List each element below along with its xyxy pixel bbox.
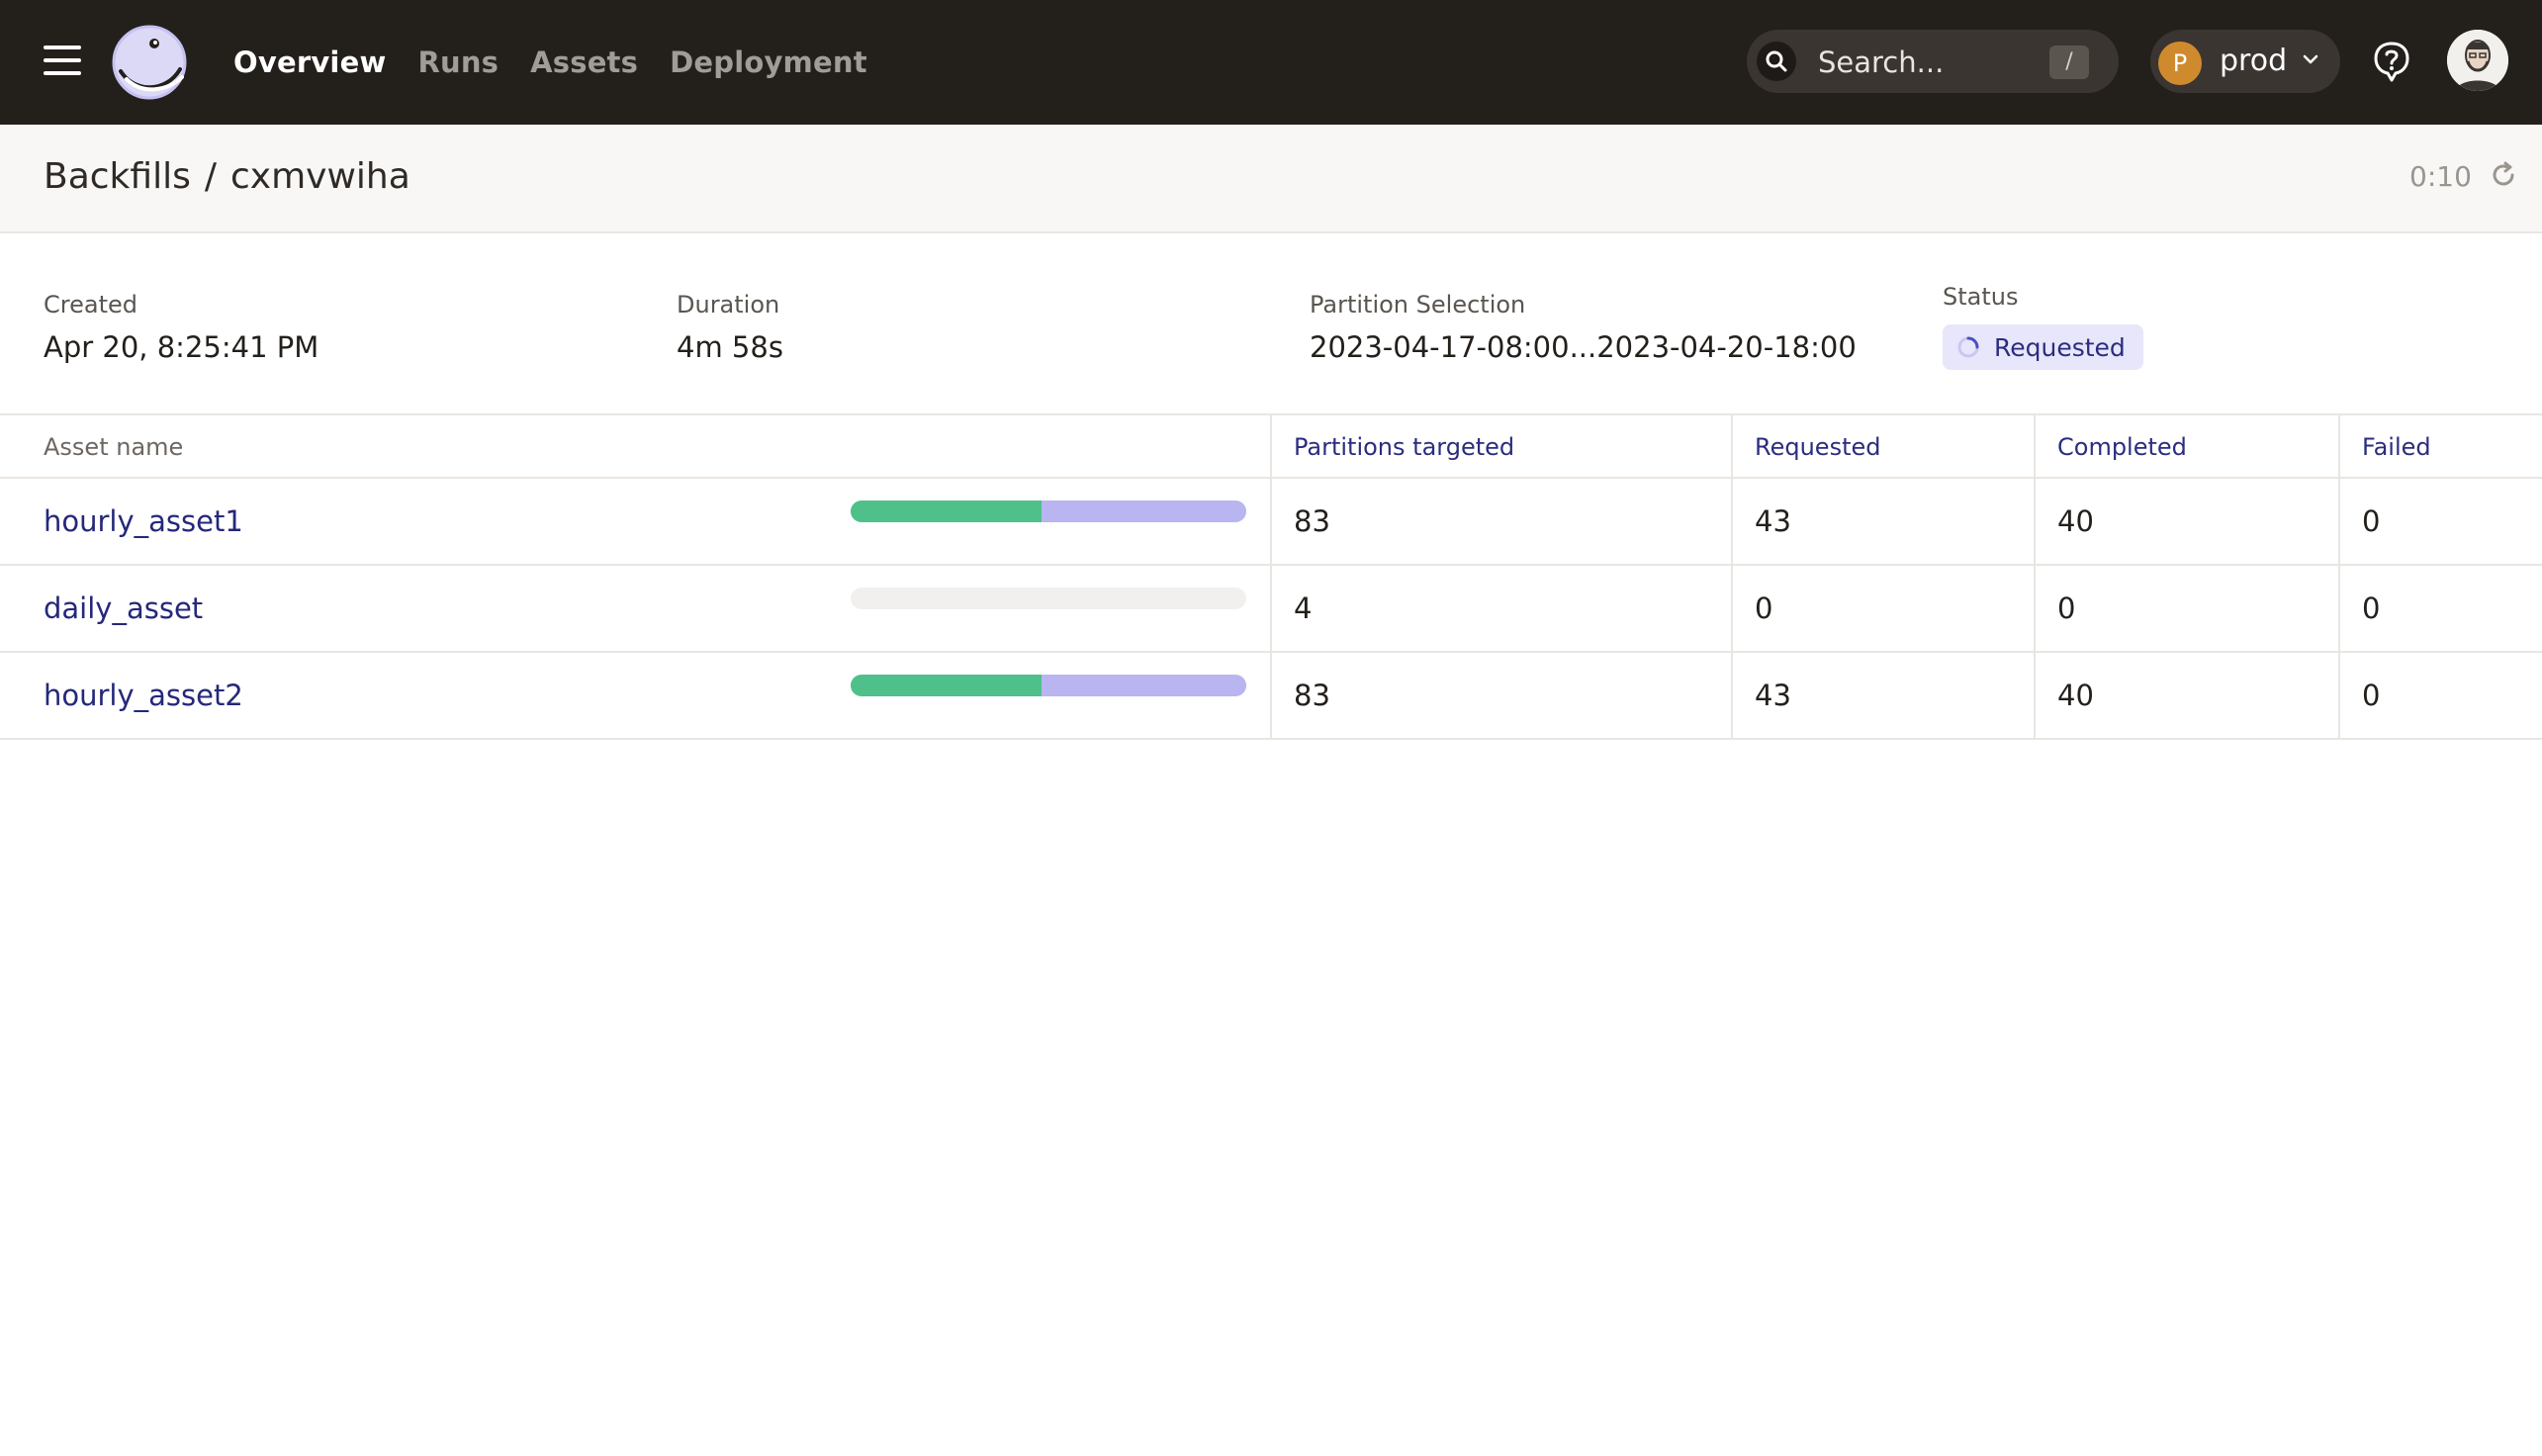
partition-progress-bar: [851, 500, 1246, 522]
progress-requested-segment: [1041, 675, 1246, 696]
duration-field: Duration 4m 58s: [677, 291, 783, 364]
table-row: hourly_asset2 83 43 40 0: [0, 653, 2542, 740]
partition-progress-bar: [851, 588, 1246, 609]
backfill-summary: Created Apr 20, 8:25:41 PM Duration 4m 5…: [0, 233, 2542, 415]
partition-progress-bar: [851, 675, 1246, 696]
nav-overview[interactable]: Overview: [233, 46, 386, 79]
nav-assets[interactable]: Assets: [530, 46, 638, 79]
cell-completed: 0: [2057, 592, 2076, 625]
progress-requested-segment: [1041, 500, 1246, 522]
spinner-icon: [1957, 336, 1979, 358]
breadcrumb-separator: /: [204, 156, 217, 197]
progress-completed-segment: [851, 500, 1042, 522]
cell-partitions-targeted: 83: [1294, 504, 1330, 538]
refresh-icon[interactable]: [2489, 160, 2518, 190]
user-avatar[interactable]: [2447, 30, 2508, 91]
search-placeholder: Search...: [1818, 46, 1945, 79]
menu-icon[interactable]: [44, 46, 83, 77]
breadcrumb: Backfills / cxmvwiha: [44, 156, 410, 197]
partition-selection-label: Partition Selection: [1310, 291, 1526, 318]
nav-runs[interactable]: Runs: [417, 46, 499, 79]
cell-requested: 43: [1755, 504, 1791, 538]
deployment-avatar: P: [2158, 42, 2202, 85]
breadcrumb-backfills[interactable]: Backfills: [44, 156, 191, 197]
search-icon: [1757, 42, 1796, 81]
page-header: Backfills / cxmvwiha 0:10: [0, 125, 2542, 233]
refresh-countdown: 0:10: [2409, 160, 2472, 193]
cell-requested: 0: [1755, 592, 1773, 625]
duration-value: 4m 58s: [677, 330, 783, 364]
table-row: daily_asset 4 0 0 0: [0, 566, 2542, 653]
table-row: hourly_asset1 83 43 40 0: [0, 479, 2542, 566]
partition-selection-value: 2023-04-17-08:00...2023-04-20-18:00: [1310, 330, 1857, 364]
asset-link[interactable]: hourly_asset2: [44, 679, 243, 712]
duration-label: Duration: [677, 291, 780, 318]
header-completed[interactable]: Completed: [2057, 433, 2187, 461]
cell-partitions-targeted: 4: [1294, 592, 1313, 625]
dagster-logo[interactable]: [111, 24, 188, 101]
help-icon[interactable]: [2372, 40, 2411, 83]
cell-failed: 0: [2362, 592, 2381, 625]
table-header: Asset name Partitions targeted Requested…: [0, 415, 2542, 479]
header-requested[interactable]: Requested: [1755, 433, 1881, 461]
nav-deployment[interactable]: Deployment: [670, 46, 867, 79]
status-badge: Requested: [1943, 324, 2143, 370]
header-failed[interactable]: Failed: [2362, 433, 2431, 461]
cell-failed: 0: [2362, 679, 2381, 712]
partition-selection-field: Partition Selection 2023-04-17-08:00...2…: [1310, 291, 1857, 364]
header-asset-name: Asset name: [44, 433, 184, 461]
created-field: Created Apr 20, 8:25:41 PM: [44, 291, 318, 364]
progress-completed-segment: [851, 675, 1042, 696]
top-nav: Overview Runs Assets Deployment Search..…: [0, 0, 2542, 125]
chevron-down-icon: [2303, 54, 2318, 64]
status-label: Status: [1943, 283, 2019, 311]
cell-completed: 40: [2057, 504, 2094, 538]
header-partitions-targeted[interactable]: Partitions targeted: [1294, 433, 1514, 461]
asset-partitions-table: Asset name Partitions targeted Requested…: [0, 415, 2542, 740]
search-input[interactable]: Search... /: [1747, 30, 2119, 93]
cell-failed: 0: [2362, 504, 2381, 538]
asset-link[interactable]: hourly_asset1: [44, 504, 243, 538]
status-value: Requested: [1994, 332, 2126, 362]
deployment-name: prod: [2220, 44, 2288, 78]
cell-requested: 43: [1755, 679, 1791, 712]
search-shortcut-key: /: [2049, 46, 2089, 79]
deployment-switcher[interactable]: P prod: [2150, 30, 2340, 93]
nav-links: Overview Runs Assets Deployment: [233, 0, 867, 125]
status-field: Status Requested: [1943, 283, 2143, 370]
created-value: Apr 20, 8:25:41 PM: [44, 330, 319, 364]
asset-link[interactable]: daily_asset: [44, 592, 203, 625]
cell-partitions-targeted: 83: [1294, 679, 1330, 712]
cell-completed: 40: [2057, 679, 2094, 712]
created-label: Created: [44, 291, 137, 318]
page-title: cxmvwiha: [229, 156, 410, 197]
